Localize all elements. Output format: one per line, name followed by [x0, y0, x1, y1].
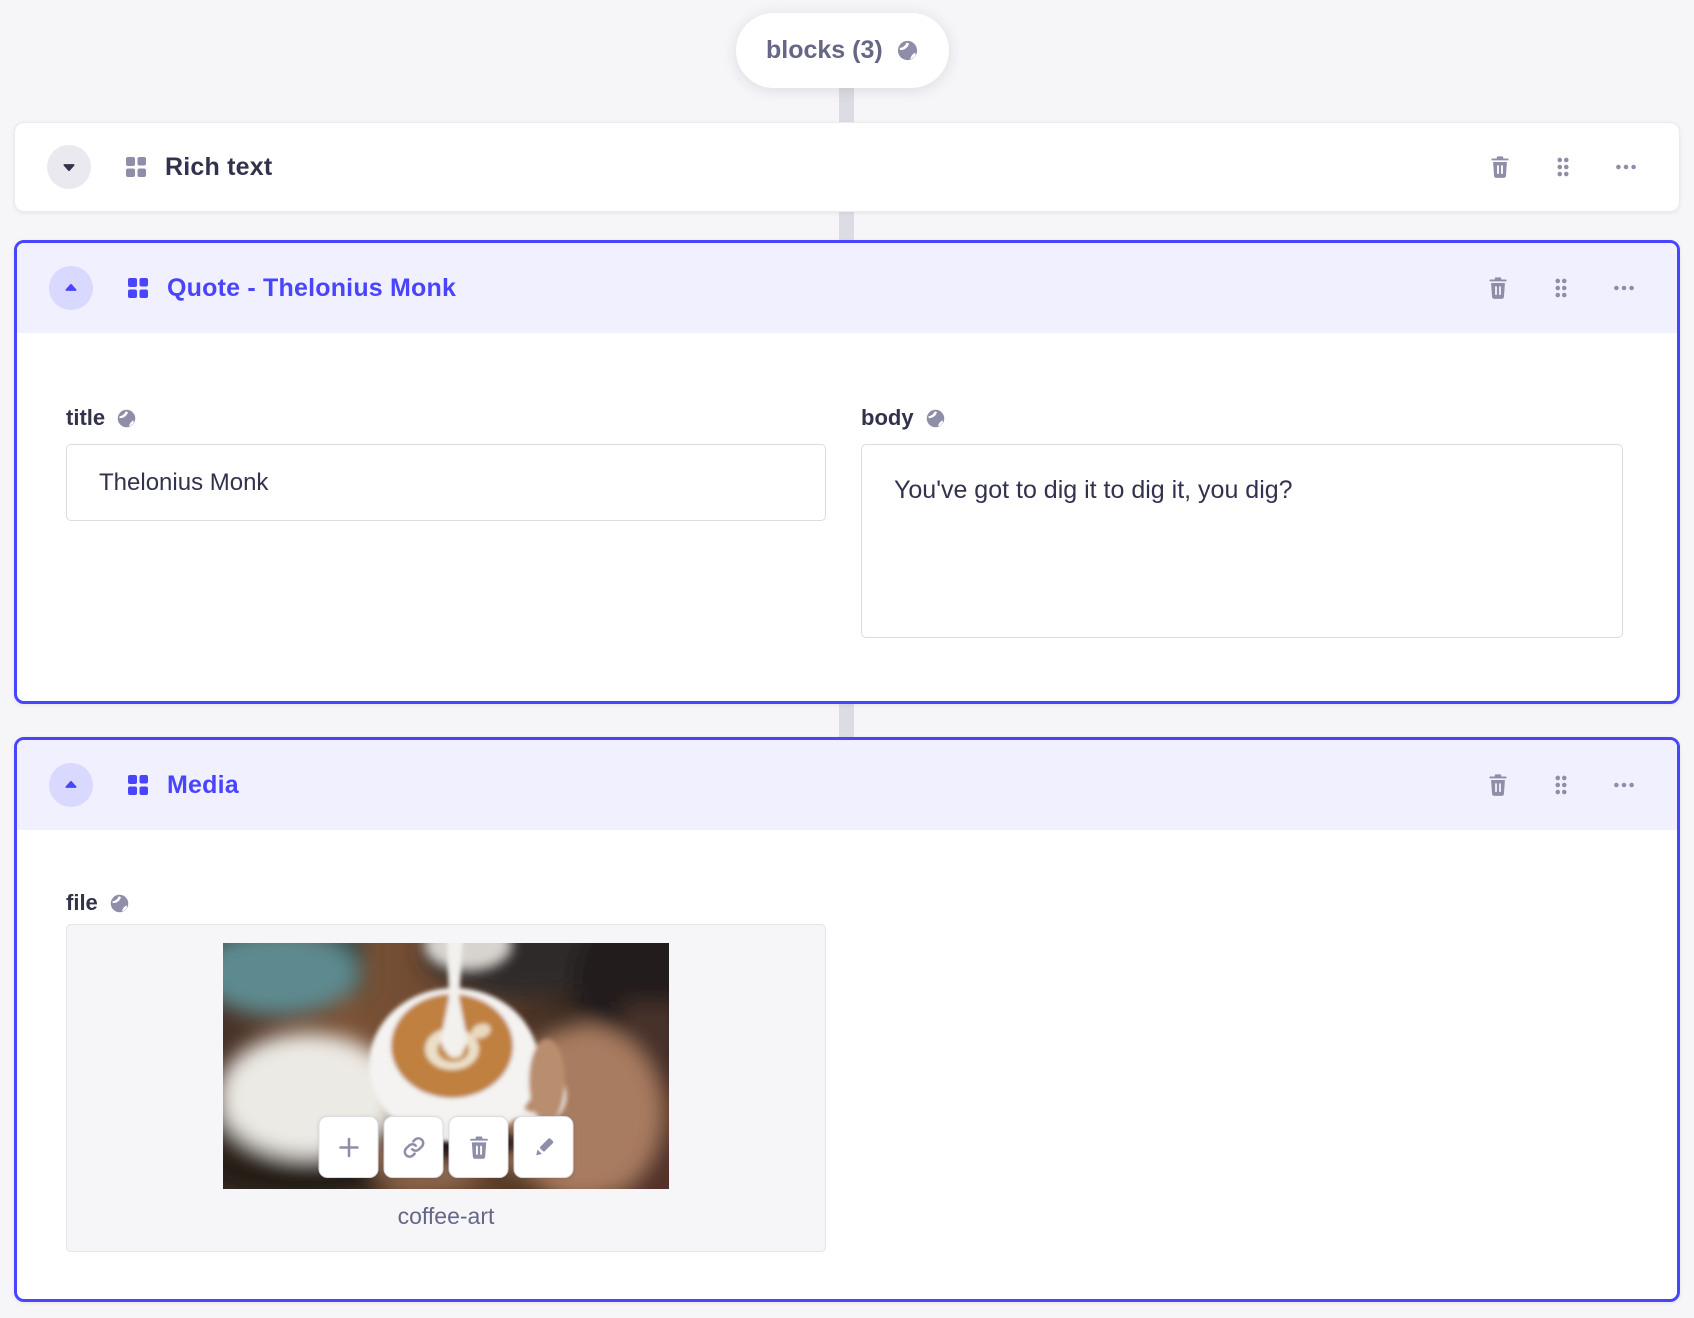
more-options-icon — [1614, 285, 1634, 291]
edit-media-button[interactable] — [513, 1116, 574, 1178]
blocks-field-label: blocks (3) — [766, 36, 883, 64]
block-quote: Quote - Thelonius Monk title Thelonius M… — [14, 240, 1680, 704]
more-options-button[interactable] — [1611, 275, 1637, 301]
copy-link-button[interactable] — [383, 1116, 444, 1178]
file-field-label-row: file — [66, 890, 130, 916]
delete-block-button[interactable] — [1487, 154, 1513, 180]
caret-up-icon — [65, 283, 77, 291]
block-quote-header[interactable]: Quote - Thelonius Monk — [17, 243, 1677, 333]
delete-block-button[interactable] — [1485, 772, 1511, 798]
drag-handle-icon — [1557, 157, 1569, 177]
block-rich-text: Rich text — [14, 122, 1680, 212]
collapse-toggle-button[interactable] — [49, 763, 93, 807]
drag-handle-icon — [1555, 775, 1567, 795]
pencil-icon — [535, 1137, 553, 1155]
globe-icon — [897, 40, 917, 61]
block-title: Rich text — [165, 152, 273, 181]
collapse-toggle-button[interactable] — [49, 266, 93, 310]
trash-icon — [469, 1135, 488, 1159]
title-input[interactable] — [66, 444, 826, 521]
body-textarea[interactable]: You've got to dig it to dig it, you dig? — [861, 444, 1623, 638]
title-field: title — [66, 405, 826, 521]
trash-icon — [1489, 774, 1507, 796]
trash-icon — [1491, 156, 1509, 178]
trash-icon — [1489, 277, 1507, 299]
file-preview-card: coffee-art — [66, 924, 826, 1252]
expand-toggle-button[interactable] — [47, 145, 91, 189]
block-media-header[interactable]: Media — [17, 740, 1677, 830]
drag-handle[interactable] — [1548, 275, 1574, 301]
title-field-label-row: title — [66, 405, 826, 431]
media-filename: coffee-art — [397, 1203, 495, 1229]
caret-up-icon — [65, 780, 77, 788]
component-grid-icon — [128, 278, 148, 298]
body-field: body You've got to dig it to dig it, you… — [861, 405, 1623, 643]
media-action-bar — [318, 1116, 574, 1178]
block-rich-text-header[interactable]: Rich text — [15, 123, 1679, 211]
block-title: Quote - Thelonius Monk — [167, 273, 457, 302]
component-grid-icon — [128, 775, 148, 795]
more-options-icon — [1614, 782, 1634, 788]
plus-icon — [338, 1137, 359, 1157]
delete-media-button[interactable] — [448, 1116, 509, 1178]
more-options-button[interactable] — [1611, 772, 1637, 798]
file-field-label: file — [66, 890, 98, 915]
drag-handle-icon — [1555, 278, 1567, 298]
title-field-label: title — [66, 405, 106, 430]
component-grid-icon — [126, 157, 146, 177]
add-media-button[interactable] — [318, 1116, 379, 1178]
body-field-label: body — [861, 405, 914, 430]
globe-icon — [117, 409, 136, 427]
drag-handle[interactable] — [1550, 154, 1576, 180]
globe-icon — [110, 894, 129, 912]
more-options-icon — [1616, 164, 1636, 170]
body-field-label-row: body — [861, 405, 1623, 431]
block-title: Media — [167, 770, 239, 799]
globe-icon — [926, 409, 944, 427]
blocks-field-pill: blocks (3) — [736, 13, 949, 88]
link-icon — [403, 1136, 424, 1158]
block-media: Media file coffee-art — [14, 737, 1680, 1302]
caret-down-icon — [63, 164, 75, 172]
media-thumbnail — [223, 943, 669, 1189]
delete-block-button[interactable] — [1485, 275, 1511, 301]
more-options-button[interactable] — [1613, 154, 1639, 180]
drag-handle[interactable] — [1548, 772, 1574, 798]
